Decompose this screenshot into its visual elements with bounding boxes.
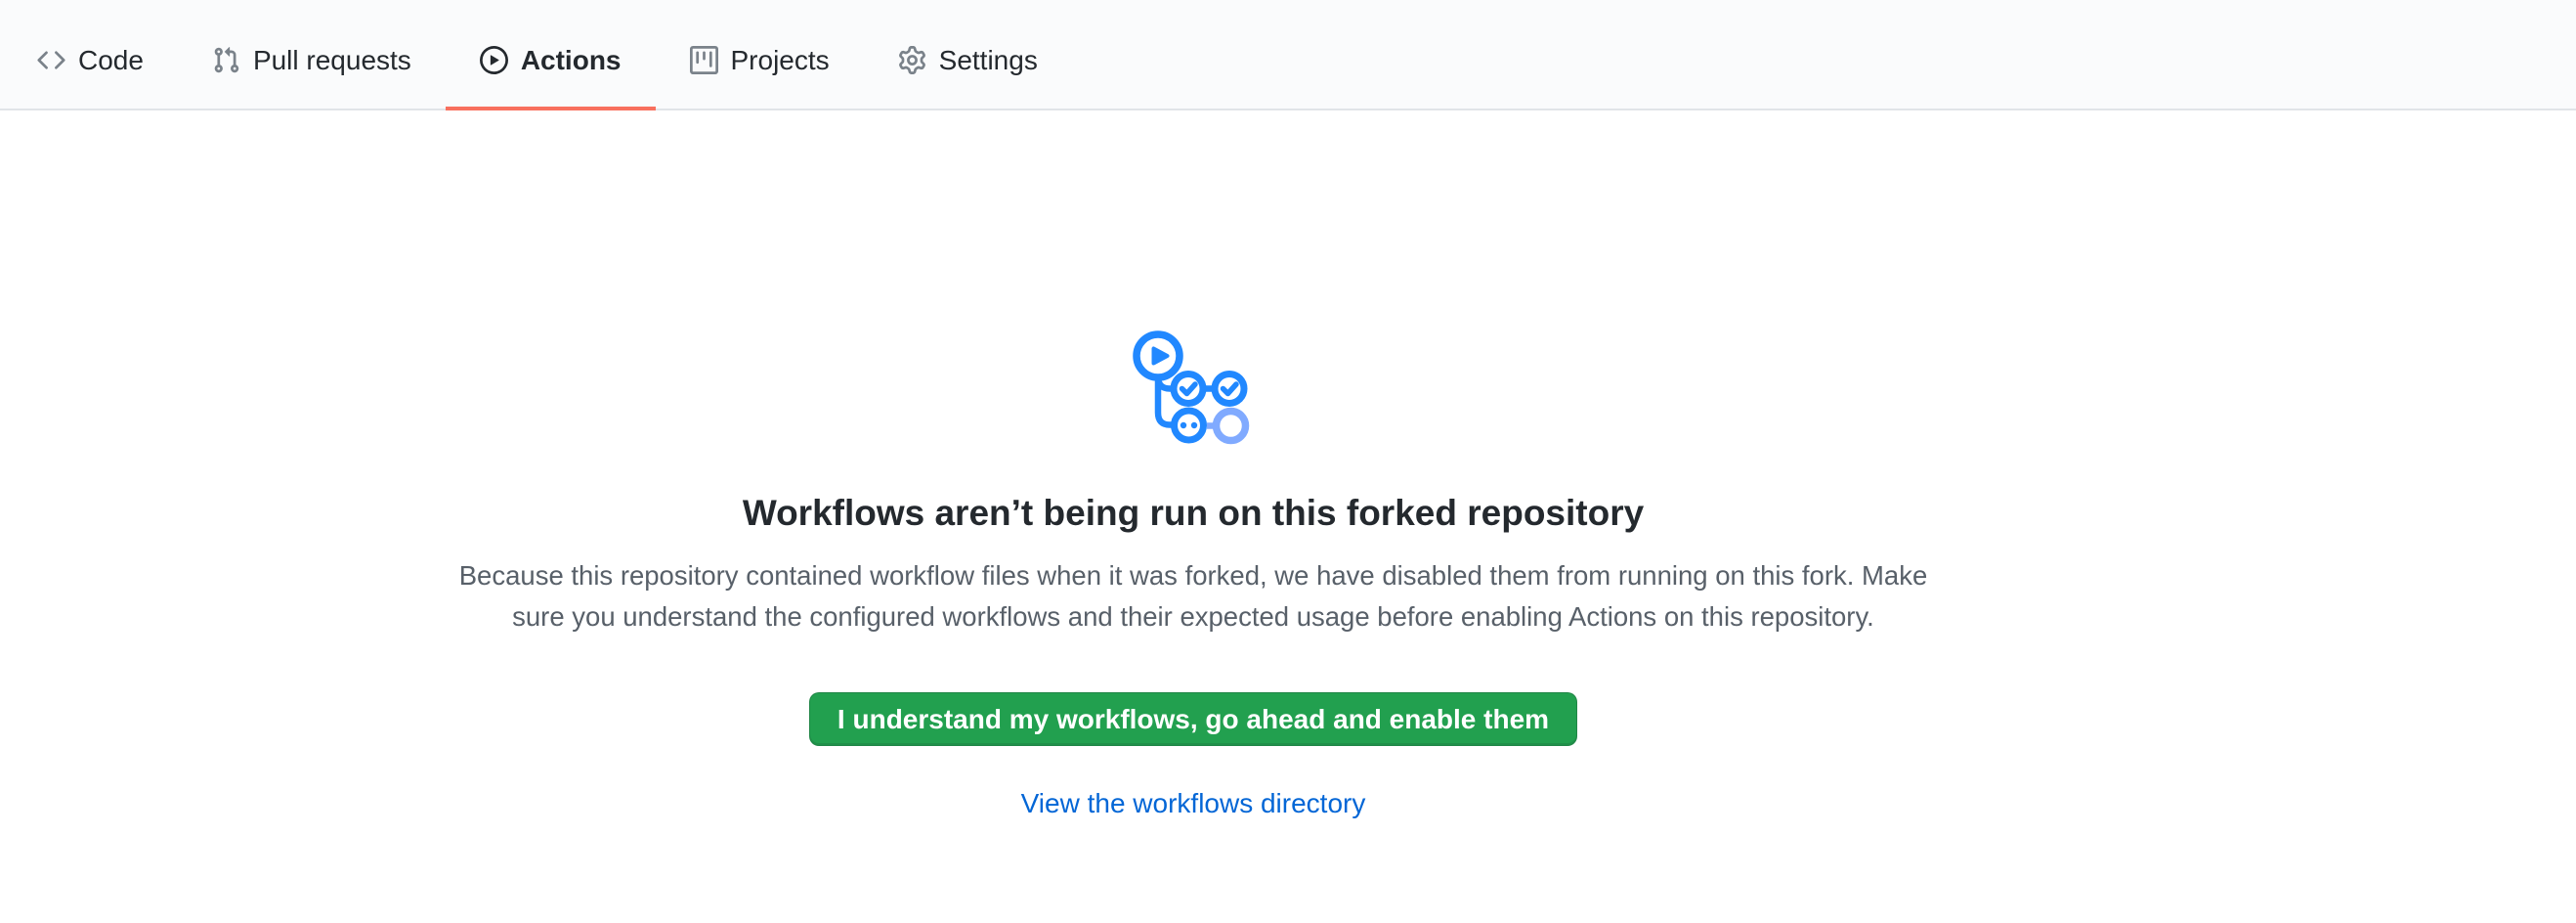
description-line-1: Because this repository contained workfl…	[459, 555, 1928, 596]
description-line-2: sure you understand the configured workf…	[459, 596, 1928, 637]
tab-label: Settings	[939, 45, 1038, 76]
code-icon	[37, 46, 65, 74]
tab-label: Code	[78, 45, 144, 76]
tab-code[interactable]: Code	[3, 0, 178, 109]
page-title: Workflows aren’t being run on this forke…	[743, 492, 1644, 535]
tab-projects[interactable]: Projects	[656, 0, 864, 109]
tab-pull-requests[interactable]: Pull requests	[178, 0, 446, 109]
git-pull-request-icon	[212, 46, 240, 74]
gear-icon	[898, 46, 926, 74]
tab-label: Projects	[731, 45, 830, 76]
repo-tab-bar: Code Pull requests Actions Projects Sett…	[0, 0, 2576, 110]
tab-settings[interactable]: Settings	[864, 0, 1072, 109]
play-circle-icon	[480, 46, 508, 74]
tab-label: Pull requests	[253, 45, 411, 76]
workflow-graph-icon	[1133, 325, 1255, 447]
description: Because this repository contained workfl…	[459, 555, 1928, 637]
project-icon	[690, 46, 718, 74]
tab-label: Actions	[521, 45, 622, 76]
active-tab-indicator	[446, 107, 656, 110]
tab-actions[interactable]: Actions	[446, 0, 656, 109]
enable-workflows-button[interactable]: I understand my workflows, go ahead and …	[809, 692, 1577, 746]
view-workflows-directory-link[interactable]: View the workflows directory	[1021, 787, 1366, 820]
actions-disabled-panel: Workflows aren’t being run on this forke…	[0, 110, 2386, 820]
